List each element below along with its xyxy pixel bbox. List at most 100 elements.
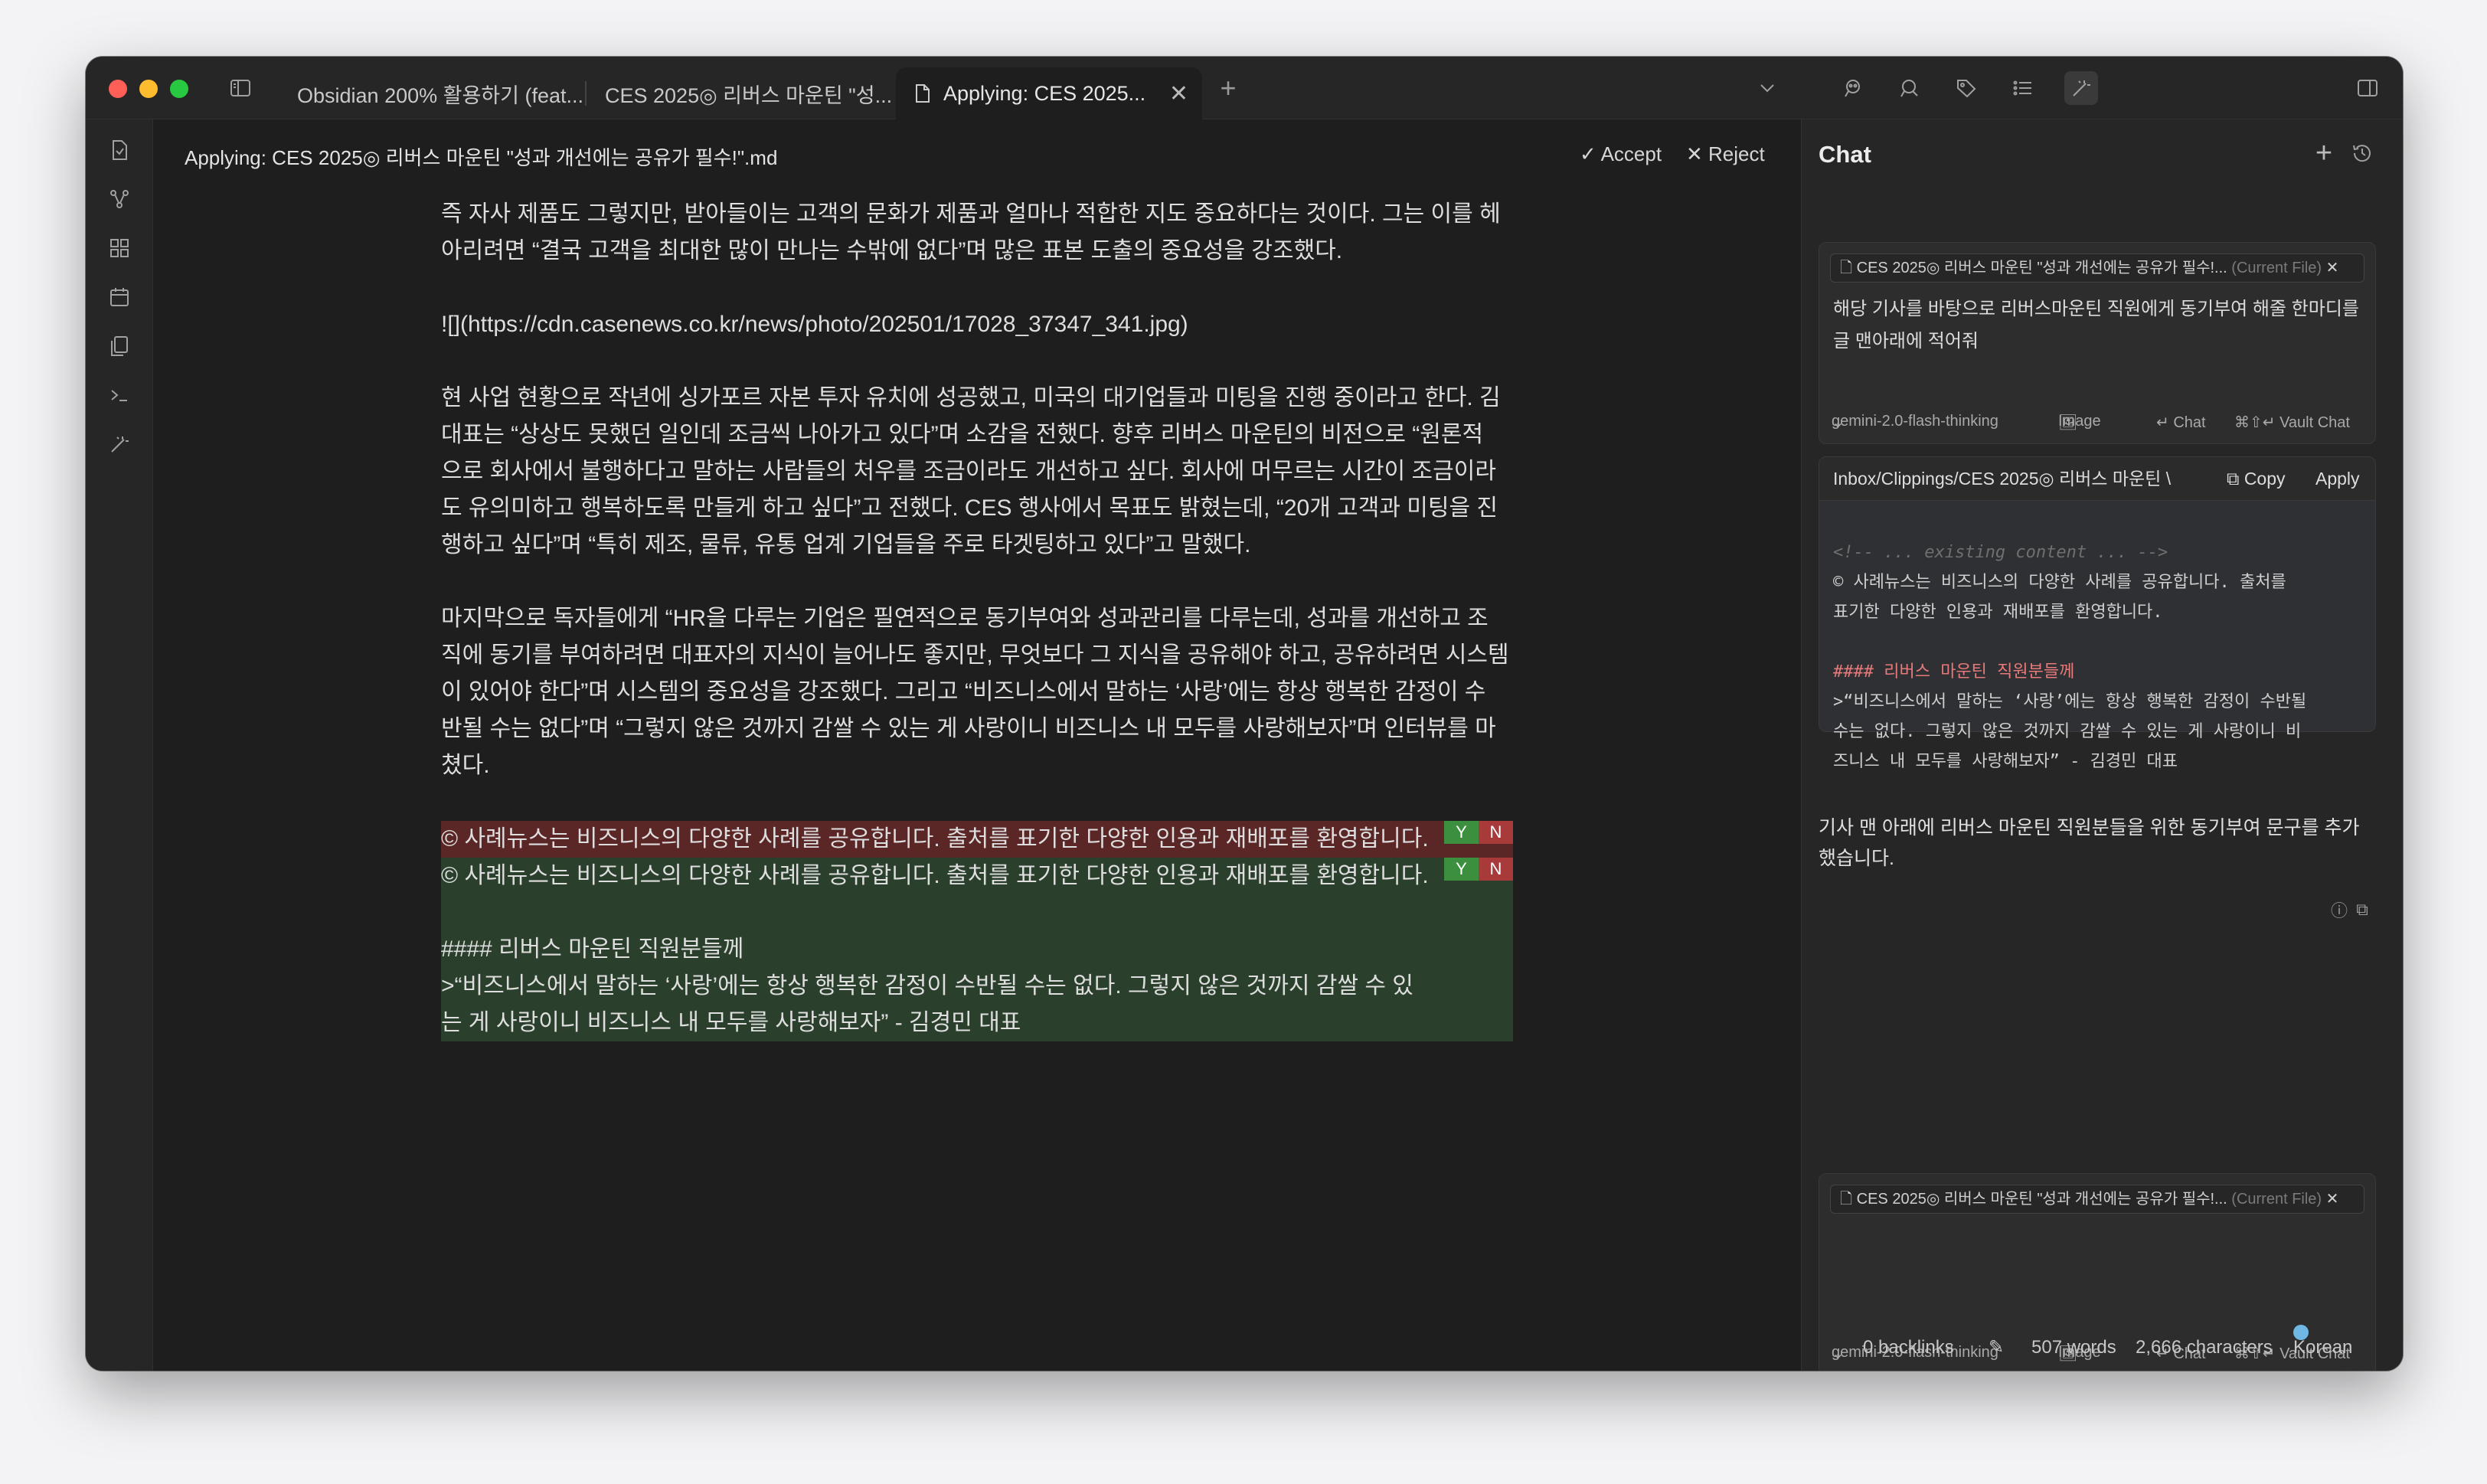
diff-removed-text: © 사례뉴스는 비즈니스의 다양한 사례를 공유합니다. 출처를 표기한 다양한… bbox=[441, 826, 1429, 852]
copy-label: Copy bbox=[2244, 469, 2286, 489]
vault-chat-button[interactable]: ⌘⇧↵ Vault Chat bbox=[2234, 413, 2350, 432]
text-line: 반될 수는 없다”며 “그렇지 않은 것까지 감쌀 수 있는 게 사랑이니 비즈… bbox=[441, 716, 1496, 741]
close-icon: ✕ bbox=[1686, 142, 1709, 165]
text-line: 아리려면 “결국 고객을 최대한 많이 만나는 수밖에 없다”며 많은 표본 도… bbox=[441, 238, 1343, 263]
remove-context-icon[interactable]: ✕ bbox=[2326, 260, 2339, 276]
terminal-icon[interactable] bbox=[103, 378, 136, 412]
code-block-header: Inbox/Clippings/CES 2025◎ 리버스 마운틴 \ ⧉ Co… bbox=[1819, 456, 2376, 501]
current-file-tag: (Current File) bbox=[2231, 260, 2322, 276]
user-message: 해당 기사를 바탕으로 리버스마운틴 직원에게 동기부여 해줄 한마디를 글 맨… bbox=[1833, 299, 2359, 351]
text-line: 행하고 싶다”며 “특히 제조, 물류, 유통 업계 기업들을 주로 타겟팅하고… bbox=[441, 532, 1251, 557]
copy-icon: ⧉ bbox=[2227, 469, 2244, 489]
zoom-window-button[interactable] bbox=[170, 80, 188, 98]
text-line: 도 유의미하고 행복하도록 만들게 하고 싶다”고 전했다. CES 행사에서 … bbox=[441, 495, 1498, 521]
diff-decision-buttons: Y N bbox=[1444, 858, 1513, 881]
close-tab-icon[interactable]: ✕ bbox=[1169, 80, 1188, 107]
document-icon: 🗋 bbox=[1840, 260, 1857, 276]
copilot-query-icon[interactable] bbox=[1893, 71, 1927, 105]
chat-send-button[interactable]: ↵ Chat bbox=[2156, 413, 2206, 432]
accept-change-button[interactable]: Y bbox=[1444, 821, 1479, 844]
code-line: 수는 없다. 그렇지 않은 것까지 감쌀 수 있는 게 사랑이니 비 bbox=[1833, 722, 2302, 741]
status-bar: 0 backlinks ✎ 507 words 2,666 characters… bbox=[1863, 1325, 2403, 1371]
model-name: gemini-2.0-flash-thinking bbox=[1832, 413, 1998, 430]
tab-applying[interactable]: Applying: CES 2025... ✕ bbox=[896, 67, 1202, 119]
model-selector[interactable]: gemini-2.0-flash-thinking ⌄ bbox=[1832, 413, 1998, 432]
canvas-icon[interactable] bbox=[103, 231, 136, 265]
diff-added-quote-line: >“비즈니스에서 말하는 ‘사랑’에는 항상 행복한 감정이 수반될 수는 없다… bbox=[441, 973, 1413, 999]
file-title: Applying: CES 2025◎ 리버스 마운틴 "성과 개선에는 공유가… bbox=[185, 146, 778, 169]
reject-button[interactable]: ✕ Reject bbox=[1686, 142, 1765, 166]
app-window: Obsidian 200% 활용하기 (feat... CES 2025◎ 리버… bbox=[86, 57, 2403, 1371]
reject-label: Reject bbox=[1708, 142, 1765, 165]
chevron-down-icon[interactable] bbox=[1750, 71, 1784, 105]
copy-button[interactable]: ⧉ Copy bbox=[2227, 457, 2286, 500]
text-line: 이 있어야 한다”며 시스템의 중요성을 강조했다. 그리고 “비즈니스에서 말… bbox=[441, 679, 1486, 704]
code-line: >“비즈니스에서 말하는 ‘사랑’에는 항상 행복한 감정이 수반될 bbox=[1833, 692, 2307, 711]
text-line: 직에 동기를 부여하려면 대표자의 지식이 늘어나도 좋지만, 무엇보다 그 지… bbox=[441, 642, 1509, 668]
context-file-name: CES 2025◎ 리버스 마운틴 "성과 개선에는 공유가 필수!... bbox=[1856, 1191, 2227, 1208]
character-count: 2,666 characters bbox=[2136, 1337, 2273, 1358]
code-line: 즈니스 내 모두를 사랑해보자” - 김경민 대표 bbox=[1833, 752, 2178, 771]
accept-button[interactable]: ✓ Accept bbox=[1580, 142, 1662, 166]
tab-ces-article[interactable]: CES 2025◎ 리버스 마운틴 "성... bbox=[587, 67, 894, 119]
backlinks-count[interactable]: 0 backlinks bbox=[1863, 1325, 1954, 1371]
close-window-button[interactable] bbox=[109, 80, 127, 98]
list-icon[interactable] bbox=[2006, 71, 2040, 105]
reject-change-button[interactable]: N bbox=[1479, 858, 1513, 881]
code-line: <!-- ... existing content ... --> bbox=[1833, 543, 2168, 562]
magic-wand-icon[interactable] bbox=[2064, 71, 2098, 105]
editor-pane: Applying: CES 2025◎ 리버스 마운틴 "성과 개선에는 공유가… bbox=[154, 119, 1800, 1371]
apply-button[interactable]: Apply bbox=[2315, 457, 2360, 500]
context-file-chip[interactable]: 🗋 CES 2025◎ 리버스 마운틴 "성과 개선에는 공유가 필수!... … bbox=[1830, 1185, 2364, 1214]
text-line: 즉 자사 제품도 그렇지만, 받아들이는 고객의 문화가 제품과 얼마나 적합한… bbox=[441, 201, 1501, 227]
model-selector[interactable]: gemini-2.0-flash-thinking ⌄ bbox=[1832, 1344, 1998, 1363]
templates-icon[interactable] bbox=[103, 329, 136, 363]
open-switcher-icon[interactable] bbox=[103, 133, 136, 167]
context-file-chip[interactable]: 🗋 CES 2025◎ 리버스 마운틴 "성과 개선에는 공유가 필수!... … bbox=[1830, 253, 2364, 283]
diff-decision-buttons: Y N bbox=[1444, 821, 1513, 844]
document-content[interactable]: 즉 자사 제품도 그렇지만, 받아들이는 고객의 문화가 제품과 얼마나 적합한… bbox=[441, 196, 1513, 1041]
diff-added-text: © 사례뉴스는 비즈니스의 다양한 사례를 공유합니다. 출처를 표기한 다양한… bbox=[441, 863, 1429, 888]
new-tab-icon[interactable]: + bbox=[1211, 71, 1245, 105]
copy-icon[interactable]: ⧉ bbox=[2345, 893, 2379, 927]
code-line: 표기한 다양한 인용과 재배포를 환영합니다. bbox=[1833, 603, 2163, 622]
accept-change-button[interactable]: Y bbox=[1444, 858, 1479, 881]
new-chat-icon[interactable]: + bbox=[2307, 136, 2341, 170]
text-line: 현 사업 현황으로 작년에 싱가포르 자본 투자 유치에 성공했고, 미국의 대… bbox=[441, 385, 1501, 410]
toggle-left-sidebar-icon[interactable] bbox=[224, 71, 257, 105]
reject-change-button[interactable]: N bbox=[1479, 821, 1513, 844]
code-line: #### 리버스 마운틴 직원분들께 bbox=[1833, 662, 2075, 682]
code-file-path: Inbox/Clippings/CES 2025◎ 리버스 마운틴 \ bbox=[1833, 469, 2172, 489]
context-file-name: CES 2025◎ 리버스 마운틴 "성과 개선에는 공유가 필수!... bbox=[1856, 260, 2227, 276]
diff-removed-line: © 사례뉴스는 비즈니스의 다양한 사례를 공유합니다. 출처를 표기한 다양한… bbox=[441, 821, 1513, 858]
magic-wand-icon[interactable] bbox=[103, 427, 136, 461]
chat-input[interactable] bbox=[1833, 1224, 2361, 1316]
diff-added-block: #### 리버스 마운틴 직원분들께 >“비즈니스에서 말하는 ‘사랑’에는 항… bbox=[441, 894, 1513, 1041]
text-line: 쳤다. bbox=[441, 753, 490, 778]
copilot-chat-icon[interactable] bbox=[1836, 71, 1870, 105]
tab-label: Applying: CES 2025... bbox=[943, 81, 1146, 105]
paragraph: 마지막으로 독자들에게 “HR을 다루는 기업은 필연적으로 동기부여와 성과관… bbox=[441, 600, 1513, 784]
tab-label: CES 2025◎ 리버스 마운틴 "성... bbox=[605, 83, 893, 107]
diff-added-quote-line: 는 게 사랑이니 비즈니스 내 모두를 사랑해보자” - 김경민 대표 bbox=[441, 1010, 1021, 1035]
toggle-right-sidebar-icon[interactable] bbox=[2351, 71, 2384, 105]
text-line: ![](https://cdn.casenews.co.kr/news/phot… bbox=[441, 312, 1188, 337]
graph-view-icon[interactable] bbox=[103, 182, 136, 216]
current-file-tag: (Current File) bbox=[2231, 1191, 2322, 1208]
remove-context-icon[interactable]: ✕ bbox=[2326, 1191, 2339, 1208]
message-toolbar: gemini-2.0-flash-thinking ⌄ 🖼 Image ↵ Ch… bbox=[1832, 413, 2363, 436]
left-ribbon bbox=[86, 119, 153, 1371]
accept-label: Accept bbox=[1600, 142, 1662, 165]
chat-history-icon[interactable] bbox=[2345, 136, 2379, 170]
tab-obsidian-guide[interactable]: Obsidian 200% 활용하기 (feat... bbox=[279, 67, 585, 119]
tag-icon[interactable] bbox=[1949, 71, 1983, 105]
chat-title: Chat bbox=[1819, 141, 1871, 168]
word-count: 507 words bbox=[2031, 1337, 2116, 1358]
pencil-icon[interactable]: ✎ bbox=[1989, 1325, 2004, 1371]
check-icon: ✓ bbox=[1580, 142, 1601, 165]
minimize-window-button[interactable] bbox=[139, 80, 158, 98]
paragraph: 즉 자사 제품도 그렇지만, 받아들이는 고객의 문화가 제품과 얼마나 적합한… bbox=[441, 196, 1513, 270]
calendar-icon[interactable] bbox=[103, 280, 136, 314]
